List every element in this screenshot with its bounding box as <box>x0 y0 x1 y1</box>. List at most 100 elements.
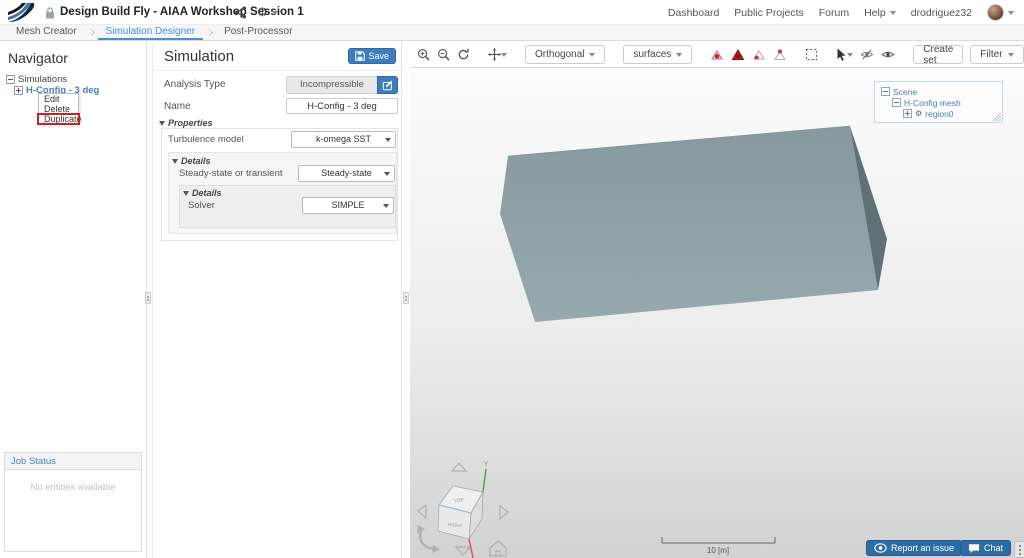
nav-username[interactable]: drodriguez32 <box>911 7 972 19</box>
panel-resize-handle-left[interactable] <box>145 292 151 304</box>
filter-dropdown[interactable]: Filter <box>970 45 1023 64</box>
details1-header-label: Details <box>181 156 211 166</box>
details-box-1: Details Steady-state or transient Steady… <box>168 152 397 234</box>
steady-state-select[interactable]: Steady-state <box>298 165 395 182</box>
collapse-icon[interactable] <box>892 98 901 107</box>
share-icon[interactable] <box>234 6 247 24</box>
dropdown-caret-icon <box>1008 53 1014 57</box>
rotate-right-arrow-icon[interactable] <box>500 506 508 519</box>
turbulence-model-select[interactable]: k-omega SST <box>291 131 396 148</box>
user-caret-icon <box>1008 11 1014 15</box>
title-bar: Design Build Fly - AIAA Workshop Session… <box>0 0 1024 25</box>
project-settings-gear-icon[interactable]: ⚙ <box>257 5 278 19</box>
properties-header-label: Properties <box>168 118 213 128</box>
context-menu-edit[interactable]: Edit <box>39 94 78 104</box>
roll-rotate-arrow-icon[interactable] <box>420 529 435 549</box>
help-caret-icon <box>890 11 896 15</box>
projection-dropdown[interactable]: Orthogonal <box>525 45 605 64</box>
user-menu[interactable] <box>987 4 1014 21</box>
expand-icon[interactable] <box>14 86 23 95</box>
collapse-triangle-icon <box>172 159 178 164</box>
projection-value: Orthogonal <box>535 49 584 60</box>
rotate-left-arrow-icon[interactable] <box>418 505 426 518</box>
save-button[interactable]: Save <box>348 48 396 64</box>
solver-value: SIMPLE <box>331 200 364 210</box>
tab-post-processor[interactable]: Post-Processor <box>216 25 300 40</box>
box-select-icon[interactable] <box>805 47 818 62</box>
report-issue-button[interactable]: Report an issue <box>866 540 962 556</box>
roll-arrowhead <box>432 545 440 553</box>
app-logo-icon[interactable] <box>8 3 34 27</box>
expand-icon[interactable] <box>903 109 912 118</box>
chat-button[interactable]: Chat <box>960 540 1011 556</box>
solver-label: Solver <box>188 200 215 211</box>
orientation-cube-widget[interactable]: TOP RIGHT Y X <box>412 457 520 558</box>
hide-selected-icon[interactable] <box>860 47 874 62</box>
nav-dashboard[interactable]: Dashboard <box>668 7 719 19</box>
zoom-out-icon[interactable] <box>437 47 450 62</box>
render-mode-dropdown[interactable]: surfaces <box>623 45 692 64</box>
nav-help[interactable]: Help <box>864 7 896 19</box>
scene-tree-mesh[interactable]: H-Config mesh <box>892 97 1002 108</box>
show-all-eye-icon[interactable] <box>881 47 895 62</box>
filter-label: Filter <box>980 49 1002 60</box>
nav-public-projects[interactable]: Public Projects <box>734 7 803 19</box>
select-volumes-icon[interactable] <box>710 47 724 62</box>
top-navigation: Dashboard Public Projects Forum Help dro… <box>668 0 1014 25</box>
home-view-icon[interactable] <box>490 541 506 556</box>
resize-handle-icon[interactable] <box>993 113 1001 121</box>
region-gear-icon: ⚙ <box>915 109 922 118</box>
simulation-panel-title: Simulation <box>164 48 234 65</box>
pan-move-icon[interactable] <box>488 47 507 62</box>
scene-tree-overlay: Scene H-Config mesh ⚙ region0 <box>874 81 1003 123</box>
create-set-button[interactable]: Create set <box>913 45 963 64</box>
report-issue-icon <box>874 543 887 553</box>
scene-tree-root-label: Scene <box>893 87 917 97</box>
properties-box: Turbulence model k-omega SST Details Ste… <box>161 128 398 241</box>
name-input[interactable] <box>286 98 398 114</box>
select-faces-icon[interactable] <box>731 47 745 62</box>
context-menu: Edit Delete Duplicate <box>38 93 79 125</box>
context-menu-duplicate[interactable]: Duplicate <box>39 114 78 124</box>
rotate-up-arrow-icon[interactable] <box>452 463 466 471</box>
panel-resize-handle-right[interactable] <box>403 292 409 304</box>
collapse-icon[interactable] <box>6 75 15 84</box>
reset-view-icon[interactable] <box>457 47 470 62</box>
save-icon <box>355 51 365 61</box>
nav-forum[interactable]: Forum <box>819 7 849 19</box>
navigator-title: Navigator <box>8 50 68 66</box>
select-edges-icon[interactable] <box>752 47 766 62</box>
solver-select[interactable]: SIMPLE <box>302 197 394 214</box>
y-axis-line <box>483 469 486 492</box>
tab-mesh-creator[interactable]: Mesh Creator <box>8 25 85 40</box>
edit-analysis-type-button[interactable] <box>377 76 398 94</box>
simulation-settings-panel: Simulation Save Analysis Type Incompress… <box>152 42 402 558</box>
collapse-icon[interactable] <box>881 87 890 96</box>
name-label: Name <box>164 101 191 112</box>
scene-tree-mesh-label: H-Config mesh <box>904 98 961 108</box>
render-canvas[interactable]: Scene H-Config mesh ⚙ region0 <box>410 69 1024 558</box>
scene-tree-root[interactable]: Scene <box>881 86 1002 97</box>
select-vertices-icon[interactable] <box>773 47 787 62</box>
scale-bar: 10 [m] <box>660 531 780 557</box>
zoom-in-icon[interactable] <box>417 47 430 62</box>
tree-node-simulations[interactable]: Simulations <box>6 74 99 85</box>
rotate-down-arrow-icon[interactable] <box>456 547 470 555</box>
edit-pencil-icon <box>382 80 393 91</box>
job-status-panel: Job Status No entities available <box>4 452 142 552</box>
details2-section-header[interactable]: Details <box>183 188 222 198</box>
collapsed-widget-tab[interactable] <box>1014 541 1024 558</box>
tree-node-label: Simulations <box>18 74 67 85</box>
select-caret-icon <box>385 138 391 142</box>
cursor-caret-icon <box>847 53 853 57</box>
viewport-toolbar: Orthogonal surfaces Crea <box>410 42 1024 68</box>
context-menu-delete[interactable]: Delete <box>39 104 78 114</box>
tab-simulation-designer[interactable]: Simulation Designer <box>98 25 204 40</box>
select-caret-icon <box>384 172 390 176</box>
select-cursor-icon[interactable] <box>836 47 853 62</box>
scene-tree-region[interactable]: ⚙ region0 <box>903 108 1002 119</box>
lock-icon <box>44 6 56 25</box>
properties-section-header[interactable]: Properties <box>159 118 213 128</box>
details1-section-header[interactable]: Details <box>172 156 211 166</box>
chat-label: Chat <box>984 543 1003 553</box>
